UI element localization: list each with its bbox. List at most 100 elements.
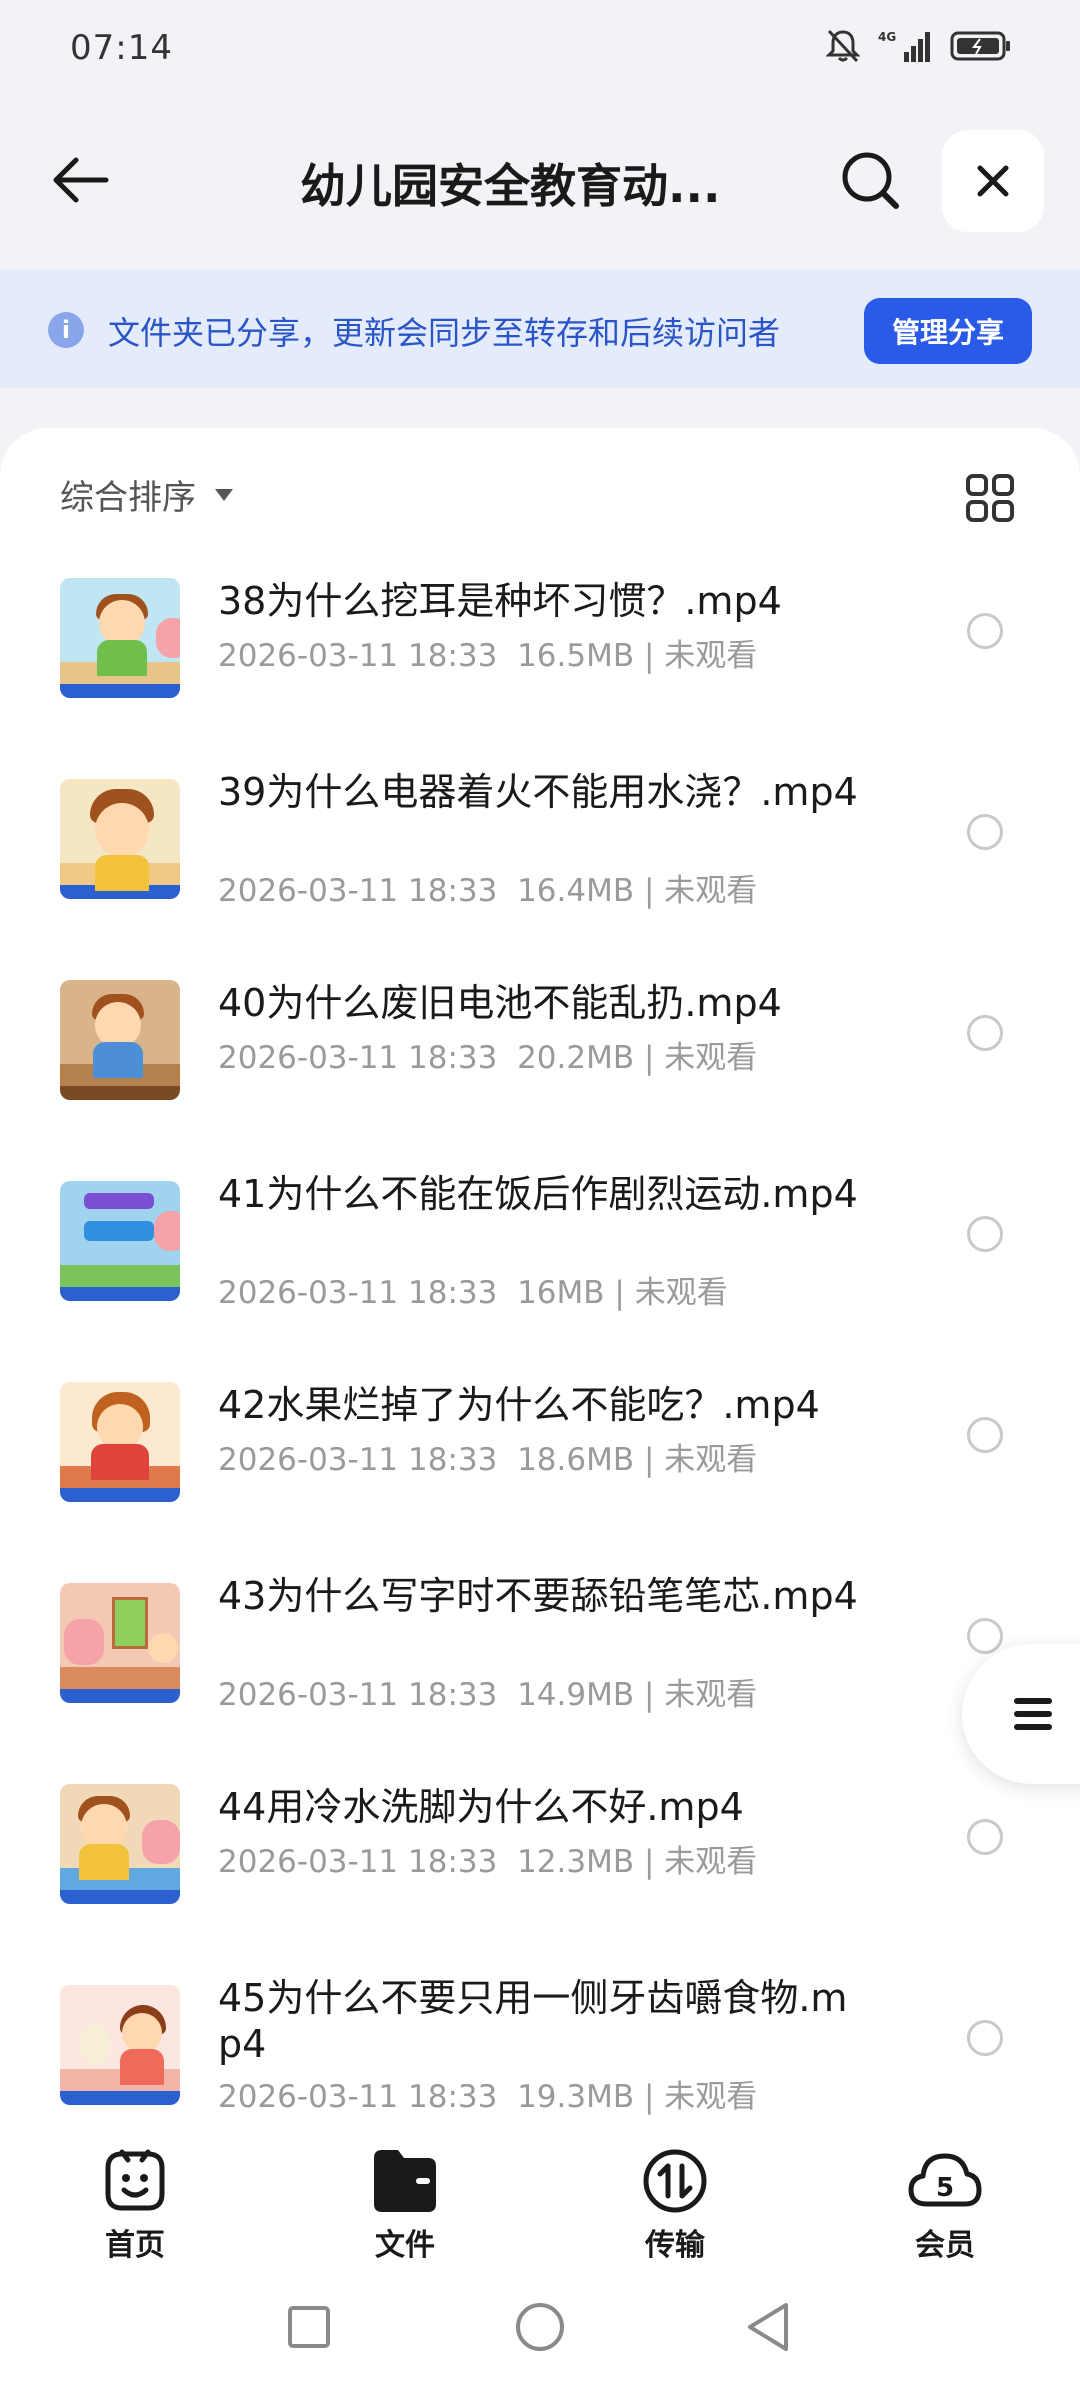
file-size: 18.6MB xyxy=(517,1442,635,1478)
file-name: 38为什么挖耳是种坏习惯？.mp4 xyxy=(218,579,782,623)
file-meta: 2026-03-11 18:33 14.9MB | 未观看 xyxy=(218,1677,758,1713)
file-name: 42水果烂掉了为什么不能吃？.mp4 xyxy=(218,1383,820,1427)
home-system-button[interactable] xyxy=(505,2292,575,2362)
file-row[interactable]: 41为什么不能在饭后作剧烈运动.mp4 2026-03-11 18:33 16M… xyxy=(0,1171,1080,1372)
status-icons: 4G xyxy=(826,28,1012,64)
select-radio[interactable] xyxy=(967,814,1003,850)
share-banner-text: 文件夹已分享，更新会同步至转存和后续访问者 xyxy=(108,314,781,352)
smile-face-icon xyxy=(105,2149,165,2211)
file-name: 40为什么废旧电池不能乱扔.mp4 xyxy=(218,981,782,1025)
file-meta: 2026-03-11 18:33 16MB | 未观看 xyxy=(218,1275,728,1311)
nav-item-transfer[interactable]: 传输 xyxy=(540,2128,810,2268)
video-thumbnail xyxy=(60,1583,180,1703)
file-meta: 2026-03-11 18:33 16.4MB | 未观看 xyxy=(218,873,758,909)
battery-icon xyxy=(950,31,1010,61)
caret-down-icon xyxy=(215,488,233,501)
watch-status: 未观看 xyxy=(664,1442,758,1478)
search-button[interactable] xyxy=(830,140,910,220)
file-name: 43为什么写字时不要舔铅笔笔芯.mp4 xyxy=(218,1574,858,1618)
file-size: 16MB xyxy=(517,1275,605,1311)
file-size: 20.2MB xyxy=(517,1040,635,1076)
screen: 07:14 4G 幼儿园安全教育动... i 文件夹已分享，更新会同步至转存和后… xyxy=(0,0,1080,2400)
video-thumbnail xyxy=(60,980,180,1100)
close-button[interactable] xyxy=(942,130,1044,232)
grid-view-icon xyxy=(966,474,1014,522)
file-name: 39为什么电器着火不能用水浇？.mp4 xyxy=(218,770,858,814)
header: 幼儿园安全教育动... xyxy=(0,120,1080,240)
nav-label-membership: 会员 xyxy=(915,2228,975,2263)
video-thumbnail xyxy=(60,1181,180,1301)
select-radio[interactable] xyxy=(967,2020,1003,2056)
file-meta: 2026-03-11 18:33 16.5MB | 未观看 xyxy=(218,638,758,674)
file-date: 2026-03-11 18:33 xyxy=(218,2079,498,2115)
status-time: 07:14 xyxy=(70,28,173,68)
svg-text:5: 5 xyxy=(936,2173,954,2203)
select-radio[interactable] xyxy=(967,1216,1003,1252)
file-size: 16.5MB xyxy=(517,638,635,674)
file-name: 45为什么不要只用一侧牙齿嚼食物.mp4 xyxy=(218,1976,848,2066)
square-icon xyxy=(288,2306,330,2348)
file-list: 38为什么挖耳是种坏习惯？.mp4 2026-03-11 18:33 16.5M… xyxy=(0,568,1080,2176)
circle-icon xyxy=(516,2303,564,2351)
watch-status: 未观看 xyxy=(664,1844,758,1880)
back-button[interactable] xyxy=(40,140,120,220)
file-date: 2026-03-11 18:33 xyxy=(218,1275,498,1311)
info-icon: i xyxy=(48,312,84,348)
video-thumbnail xyxy=(60,779,180,899)
file-size: 12.3MB xyxy=(517,1844,635,1880)
file-date: 2026-03-11 18:33 xyxy=(218,1040,498,1076)
file-meta: 2026-03-11 18:33 19.3MB | 未观看 xyxy=(218,2079,758,2115)
watch-status: 未观看 xyxy=(664,873,758,909)
file-row[interactable]: 43为什么写字时不要舔铅笔笔芯.mp4 2026-03-11 18:33 14.… xyxy=(0,1573,1080,1774)
file-size: 16.4MB xyxy=(517,873,635,909)
manage-share-button[interactable]: 管理分享 xyxy=(864,298,1032,364)
file-row[interactable]: 39为什么电器着火不能用水浇？.mp4 2026-03-11 18:33 16.… xyxy=(0,769,1080,970)
file-name: 44用冷水洗脚为什么不好.mp4 xyxy=(218,1785,744,1829)
select-radio[interactable] xyxy=(967,613,1003,649)
grid-view-button[interactable] xyxy=(956,464,1024,532)
file-date: 2026-03-11 18:33 xyxy=(218,873,498,909)
file-meta: 2026-03-11 18:33 18.6MB | 未观看 xyxy=(218,1442,758,1478)
nav-label-home: 首页 xyxy=(105,2228,165,2263)
video-thumbnail xyxy=(60,1784,180,1904)
video-thumbnail xyxy=(60,1382,180,1502)
folder-icon xyxy=(374,2150,436,2212)
triangle-back-icon xyxy=(748,2303,788,2351)
file-meta: 2026-03-11 18:33 12.3MB | 未观看 xyxy=(218,1844,758,1880)
select-radio[interactable] xyxy=(967,1618,1003,1654)
nav-label-transfer: 传输 xyxy=(645,2228,705,2263)
file-size: 14.9MB xyxy=(517,1677,635,1713)
share-banner: i 文件夹已分享，更新会同步至转存和后续访问者 管理分享 xyxy=(0,270,1080,388)
back-system-button[interactable] xyxy=(733,2292,803,2362)
nav-item-membership[interactable]: 5 会员 xyxy=(810,2128,1080,2268)
file-date: 2026-03-11 18:33 xyxy=(218,1844,498,1880)
file-list-card: 综合排序 38为什么挖耳是种坏习惯？.mp4 2026-03-11 18:33 … xyxy=(0,428,1080,2128)
nav-label-files: 文件 xyxy=(375,2228,435,2263)
file-meta: 2026-03-11 18:33 20.2MB | 未观看 xyxy=(218,1040,758,1076)
recent-apps-button[interactable] xyxy=(274,2292,344,2362)
nav-item-home[interactable]: 首页 xyxy=(0,2128,270,2268)
file-row[interactable]: 42水果烂掉了为什么不能吃？.mp4 2026-03-11 18:33 18.6… xyxy=(0,1372,1080,1573)
video-thumbnail xyxy=(60,578,180,698)
transfer-icon xyxy=(643,2149,707,2213)
nav-item-files[interactable]: 文件 xyxy=(270,2128,540,2268)
mute-icon xyxy=(826,29,860,63)
system-nav-bar xyxy=(0,2268,1080,2400)
bottom-nav: 首页 文件 传输 5 会员 xyxy=(0,2128,1080,2268)
file-row[interactable]: 40为什么废旧电池不能乱扔.mp4 2026-03-11 18:33 20.2M… xyxy=(0,970,1080,1171)
sort-label: 综合排序 xyxy=(60,478,196,518)
select-radio[interactable] xyxy=(967,1417,1003,1453)
select-radio[interactable] xyxy=(967,1819,1003,1855)
file-row[interactable]: 38为什么挖耳是种坏习惯？.mp4 2026-03-11 18:33 16.5M… xyxy=(0,568,1080,769)
watch-status: 未观看 xyxy=(664,1040,758,1076)
sort-dropdown[interactable]: 综合排序 xyxy=(60,470,234,519)
file-name: 41为什么不能在饭后作剧烈运动.mp4 xyxy=(218,1172,858,1216)
video-thumbnail xyxy=(60,1985,180,2105)
watch-status: 未观看 xyxy=(664,1677,758,1713)
network-type: 4G xyxy=(878,30,896,44)
file-row[interactable]: 44用冷水洗脚为什么不好.mp4 2026-03-11 18:33 12.3MB… xyxy=(0,1774,1080,1975)
select-radio[interactable] xyxy=(967,1015,1003,1051)
file-date: 2026-03-11 18:33 xyxy=(218,638,498,674)
signal-icon: 4G xyxy=(878,30,930,62)
watch-status: 未观看 xyxy=(664,638,758,674)
